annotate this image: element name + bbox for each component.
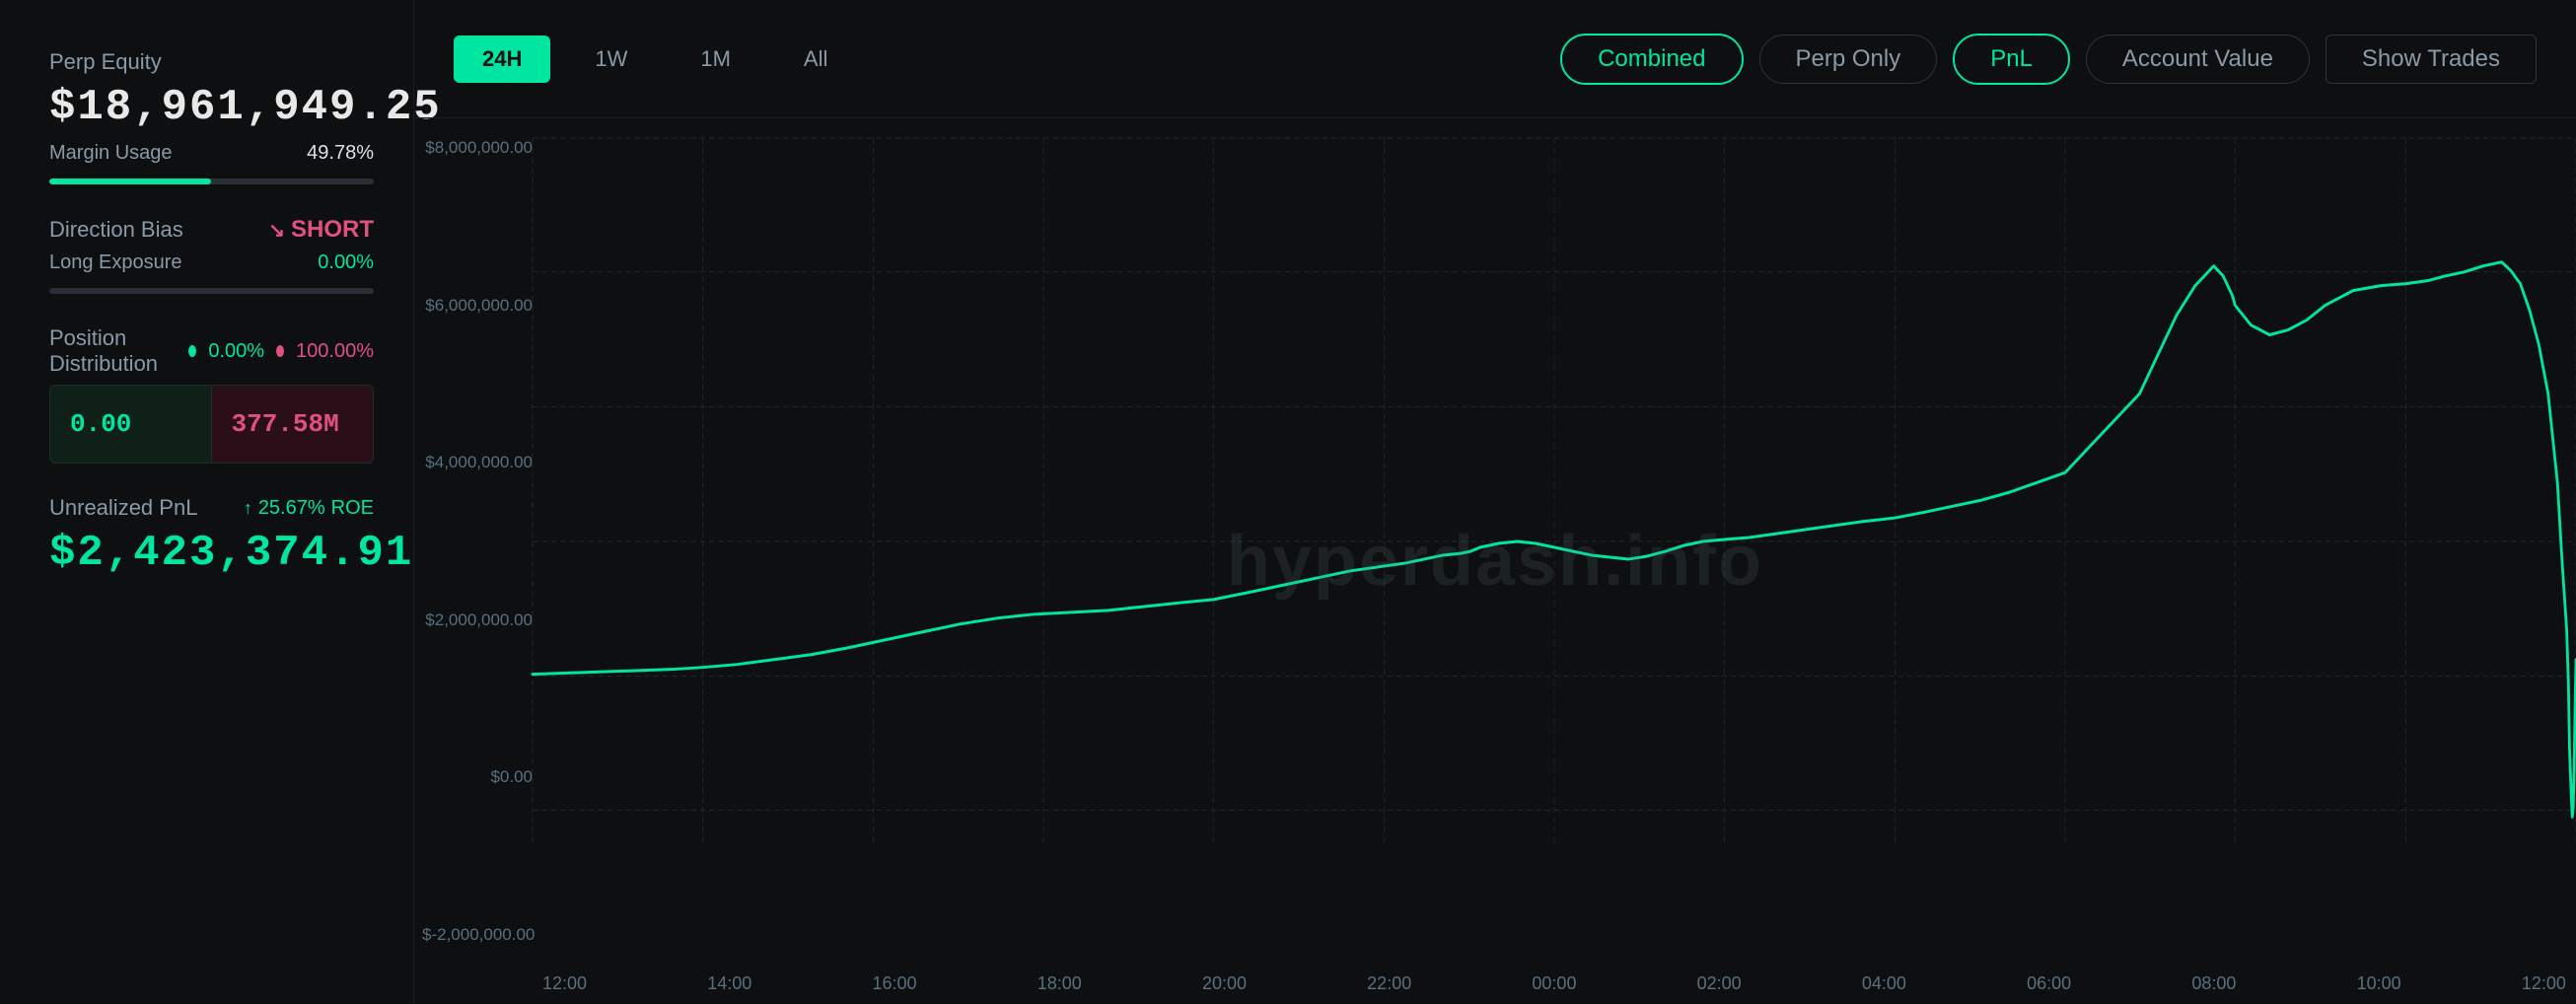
show-trades-button[interactable]: Show Trades <box>2326 35 2537 84</box>
y-label-neg2m: $-2,000,000.00 <box>422 925 533 945</box>
mode-btn-account-value[interactable]: Account Value <box>2086 35 2310 84</box>
roe-badge: ↑ 25.67% ROE <box>244 497 374 520</box>
x-label-0400: 04:00 <box>1862 973 1906 994</box>
dot-pink-icon <box>276 345 284 357</box>
perp-equity-section: Perp Equity $18,961,949.25 Margin Usage … <box>49 49 374 184</box>
x-label-1600: 16:00 <box>872 973 916 994</box>
pos-val-left: 0.00 <box>50 386 212 463</box>
unrealized-row: Unrealized PnL ↑ 25.67% ROE <box>49 495 374 521</box>
unrealized-label: Unrealized PnL <box>49 495 197 521</box>
x-label-1000: 10:00 <box>2357 973 2401 994</box>
short-arrow-icon: ↘ <box>268 218 285 243</box>
x-label-0600: 06:00 <box>2027 973 2071 994</box>
y-label-6m: $6,000,000.00 <box>422 296 533 316</box>
x-label-1200b: 12:00 <box>2522 973 2566 994</box>
left-panel: Perp Equity $18,961,949.25 Margin Usage … <box>0 0 414 1004</box>
pos-green-pct: 0.00% <box>208 340 264 363</box>
y-label-0: $0.00 <box>422 767 533 787</box>
x-label-1400: 14:00 <box>707 973 751 994</box>
direction-value: SHORT <box>291 216 374 244</box>
x-label-1800: 18:00 <box>1038 973 1082 994</box>
roe-up-icon: ↑ <box>244 498 252 519</box>
time-btn-1w[interactable]: 1W <box>566 36 656 83</box>
right-panel: 24H 1W 1M All Combined Perp Only PnL Acc… <box>414 0 2576 1004</box>
margin-usage-pct: 49.78% <box>307 142 374 165</box>
direction-row: Direction Bias ↘ SHORT <box>49 216 374 244</box>
margin-usage-label: Margin Usage <box>49 142 173 165</box>
x-label-0200: 02:00 <box>1697 973 1742 994</box>
time-btn-all[interactable]: All <box>775 36 856 83</box>
direction-bias-label: Direction Bias <box>49 217 183 243</box>
roe-value: 25.67% <box>258 497 325 520</box>
exposure-bar-bg <box>49 288 374 294</box>
chart-area: $8,000,000.00 $6,000,000.00 $4,000,000.0… <box>414 118 2576 1004</box>
dot-green-icon <box>188 345 196 357</box>
y-label-4m: $4,000,000.00 <box>422 453 533 472</box>
mode-btn-pnl[interactable]: PnL <box>1953 34 2070 85</box>
x-label-1200a: 12:00 <box>542 973 587 994</box>
long-exposure-row: Long Exposure 0.00% <box>49 251 374 274</box>
long-exposure-label: Long Exposure <box>49 251 182 274</box>
direction-bias-section: Direction Bias ↘ SHORT Long Exposure 0.0… <box>49 216 374 294</box>
margin-progress-bg <box>49 179 374 184</box>
pos-pink-pct: 100.00% <box>296 340 374 363</box>
long-exposure-value: 0.00% <box>318 251 374 274</box>
time-btn-1m[interactable]: 1M <box>672 36 759 83</box>
x-label-2200: 22:00 <box>1367 973 1411 994</box>
chart-svg <box>533 138 2576 945</box>
mode-btn-perp-only[interactable]: Perp Only <box>1759 35 1938 84</box>
chart-header: 24H 1W 1M All Combined Perp Only PnL Acc… <box>414 0 2576 118</box>
pos-dist-values: 0.00 377.58M <box>49 385 374 464</box>
x-label-0000: 00:00 <box>1532 973 1576 994</box>
x-label-0800: 08:00 <box>2191 973 2236 994</box>
x-axis-labels: 12:00 14:00 16:00 18:00 20:00 22:00 00:0… <box>533 973 2576 994</box>
pos-val-right: 377.58M <box>212 386 374 463</box>
pos-dist-header: Position Distribution 0.00% 100.00% <box>49 325 374 377</box>
margin-usage-row: Margin Usage 49.78% <box>49 142 374 165</box>
y-label-2m: $2,000,000.00 <box>422 610 533 630</box>
pos-dist-label: Position Distribution <box>49 325 177 377</box>
short-badge: ↘ SHORT <box>268 216 374 244</box>
perp-equity-label: Perp Equity <box>49 49 374 75</box>
y-label-8m: $8,000,000.00 <box>422 138 533 158</box>
x-label-2000: 20:00 <box>1202 973 1247 994</box>
roe-suffix: ROE <box>331 497 374 520</box>
perp-equity-value: $18,961,949.25 <box>49 83 374 132</box>
unrealized-value: $2,423,374.91 <box>49 529 374 578</box>
unrealized-pnl-section: Unrealized PnL ↑ 25.67% ROE $2,423,374.9… <box>49 495 374 578</box>
mode-btn-combined[interactable]: Combined <box>1560 34 1743 85</box>
position-distribution-section: Position Distribution 0.00% 100.00% 0.00… <box>49 325 374 464</box>
time-btn-24h[interactable]: 24H <box>454 36 550 83</box>
margin-progress-fill <box>49 179 211 184</box>
y-axis-labels: $8,000,000.00 $6,000,000.00 $4,000,000.0… <box>414 138 533 945</box>
